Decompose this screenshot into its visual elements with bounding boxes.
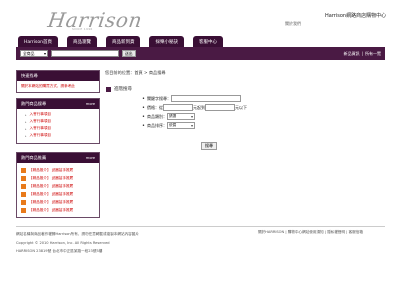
search-input[interactable] <box>51 50 119 57</box>
new-products-link[interactable]: 新品資訊 <box>344 51 360 57</box>
footer-address: HARRISON 23819號 台北市中正區某路一段23號3樓 <box>16 249 103 253</box>
tab-home[interactable]: Harrison首頁 <box>18 36 58 47</box>
keyword-label: 關鍵字搜尋： <box>146 95 171 101</box>
bullet-icon: • <box>142 113 145 120</box>
category-dropdown[interactable]: 請選 ▾ <box>166 113 195 120</box>
section-title-text: 進階搜尋 <box>114 87 132 92</box>
price-row: • 價格：從 元起到 元以下 <box>142 103 247 112</box>
bullet-icon: ▸ <box>25 112 27 117</box>
footer-copyright: Copyright © 2010 Harrison, Inc. All Righ… <box>16 240 110 245</box>
breadcrumb: 您目前的位置：首頁 > 商品搜尋 <box>105 70 166 75</box>
category-row: • 商品類別： 請選 ▾ <box>142 112 247 121</box>
tab-new-arrivals[interactable]: 商品新到貨 <box>105 36 141 47</box>
recommended-header: 熱門商品推薦 more <box>17 153 99 163</box>
list-item[interactable]: 【精品推介】 武器搶手推薦 <box>21 182 95 190</box>
footer-divider <box>16 226 385 227</box>
bullet-icon: • <box>142 104 145 111</box>
orange-square-icon <box>21 167 26 173</box>
list-item[interactable]: ▸ 入會行事項目 <box>25 118 95 125</box>
recommended-title: 熱門商品推薦 <box>21 155 47 160</box>
quick-search-box: 快速找尋 關於本網站的購買方式，請參考此 <box>16 70 100 93</box>
quick-search-header: 快速找尋 <box>17 71 99 81</box>
list-item-label: 入會行事項目 <box>29 119 52 123</box>
popular-search-list: ▸ 入會行事項目 ▸ 入會行事項目 ▸ 入會行事項目 ▸ 入會行事項目 <box>17 109 99 143</box>
list-item[interactable]: ▸ 入會行事項目 <box>25 125 95 132</box>
category-dropdown-value: 請選 <box>168 114 177 118</box>
price-mid-label: 元起到 <box>192 104 205 110</box>
orange-square-icon <box>21 175 26 181</box>
list-item-label: 入會行事項目 <box>29 126 52 130</box>
list-item[interactable]: 【精品推介】 武器搶手推薦 <box>21 198 95 206</box>
list-item[interactable]: ▸ 入會行事項目 <box>25 111 95 118</box>
tab-browse[interactable]: 商品瀏覽 <box>66 36 97 47</box>
harrison-logo[interactable]: Harrison <box>46 8 143 32</box>
square-bullet-icon <box>106 86 111 92</box>
price-end-label: 元以下 <box>234 104 247 110</box>
all-products-link[interactable]: 所有一覽 <box>365 51 381 57</box>
popular-search-more-link[interactable]: more <box>86 102 95 106</box>
bullet-icon: • <box>142 95 145 102</box>
list-item-label: 【精品推介】 武器搶手推薦 <box>29 191 74 196</box>
list-item-label: 入會行事項目 <box>29 133 52 137</box>
bullet-icon: • <box>142 122 145 129</box>
bullet-icon: ▸ <box>25 119 27 124</box>
sort-row: • 商品排序： 依價 ▾ <box>142 121 247 130</box>
about-link[interactable]: 關於我們 <box>285 21 301 27</box>
chevron-down-icon: ▾ <box>43 51 46 56</box>
list-item-label: 【精品推介】 武器搶手推薦 <box>29 183 74 188</box>
list-item-label: 【精品推介】 武器搶手推薦 <box>29 175 74 180</box>
list-item[interactable]: 【精品推介】 武器搶手推薦 <box>21 166 95 174</box>
quick-search-note[interactable]: 關於本網站的購買方式，請參考此 <box>17 81 99 92</box>
chevron-down-icon: ▾ <box>191 114 193 119</box>
tab-service[interactable]: 客服中心 <box>192 36 223 47</box>
chevron-down-icon: ▾ <box>191 123 193 128</box>
list-item[interactable]: ▸ 入會行事項目 <box>25 132 95 139</box>
price-label: 價格：從 <box>146 104 163 110</box>
price-min-input[interactable] <box>162 104 193 111</box>
search-bar: 全商品 ▾ 送出 新品資訊 | 所有一覽 <box>16 47 385 60</box>
popular-search-box: 熱門商品搜尋 more ▸ 入會行事項目 ▸ 入會行事項目 ▸ 入會行事項目 ▸ 入會行… <box>16 98 100 144</box>
recommended-box: 熱門商品推薦 more 【精品推介】 武器搶手推薦 【精品推介】 武器搶手推薦 … <box>16 152 100 218</box>
popular-search-header: 熱門商品搜尋 more <box>17 99 99 109</box>
sort-dropdown[interactable]: 依價 ▾ <box>166 122 195 129</box>
list-item-label: 入會行事項目 <box>29 112 52 116</box>
footer-info: 網站名稱與商品著作權歸Harrison所有，請勿任意轉載或複製本網站內容圖片 C… <box>16 230 139 256</box>
footer-copyright-notice: 網站名稱與商品著作權歸Harrison所有，請勿任意轉載或複製本網站內容圖片 <box>16 232 139 236</box>
advanced-search-form: • 關鍵字搜尋： • 價格：從 元起到 元以下 • 商品類別： 請選 ▾ • 商… <box>142 94 247 130</box>
section-title: 進階搜尋 <box>106 86 132 92</box>
category-select[interactable]: 全商品 ▾ <box>20 50 48 57</box>
search-submit-button[interactable]: 送出 <box>122 50 136 57</box>
tab-tips[interactable]: 採樂小秘訣 <box>149 36 184 47</box>
recommended-more-link[interactable]: more <box>86 156 95 160</box>
sort-dropdown-value: 依價 <box>168 123 177 127</box>
list-item-label: 【精品推介】 武器搶手推薦 <box>29 167 74 172</box>
list-item[interactable]: 【精品推介】 武器搶手推薦 <box>21 190 95 198</box>
price-max-input[interactable] <box>204 104 235 111</box>
link-separator: | <box>361 50 363 56</box>
orange-square-icon <box>21 191 26 197</box>
search-button[interactable]: 搜尋 <box>201 142 217 150</box>
subbar-links: 新品資訊 | 所有一覽 <box>344 51 381 57</box>
list-item[interactable]: 【精品推介】 武器搶手推薦 <box>21 174 95 182</box>
category-select-value: 全商品 <box>23 50 35 56</box>
main-nav: Harrison首頁 商品瀏覽 商品新到貨 採樂小秘訣 客服中心 <box>16 33 385 47</box>
bullet-icon: ▸ <box>25 133 27 138</box>
sort-label: 商品排序： <box>146 122 167 128</box>
keyword-input[interactable] <box>170 95 241 102</box>
popular-search-title: 熱門商品搜尋 <box>21 101 47 106</box>
list-item-label: 【精品推介】 武器搶手推薦 <box>29 199 74 204</box>
logo-subtitle: SINCE 1996 <box>72 27 93 31</box>
orange-square-icon <box>21 207 26 213</box>
keyword-row: • 關鍵字搜尋： <box>142 94 247 103</box>
category-label: 商品類別： <box>146 113 167 119</box>
list-item[interactable]: 【精品推介】 武器搶手推薦 <box>21 206 95 214</box>
footer-links[interactable]: 關於HARRISON | 購物中心網站使用須知 | 隱私權聲明 | 客服信箱 <box>258 230 363 235</box>
orange-square-icon <box>21 183 26 189</box>
recommended-list: 【精品推介】 武器搶手推薦 【精品推介】 武器搶手推薦 【精品推介】 武器搶手推… <box>17 163 99 217</box>
orange-square-icon <box>21 199 26 205</box>
list-item-label: 【精品推介】 武器搶手推薦 <box>29 207 74 212</box>
quick-search-title: 快速找尋 <box>21 73 38 78</box>
bullet-icon: ▸ <box>25 126 27 131</box>
site-title: Harrison網路商店購物中心 <box>325 13 387 19</box>
